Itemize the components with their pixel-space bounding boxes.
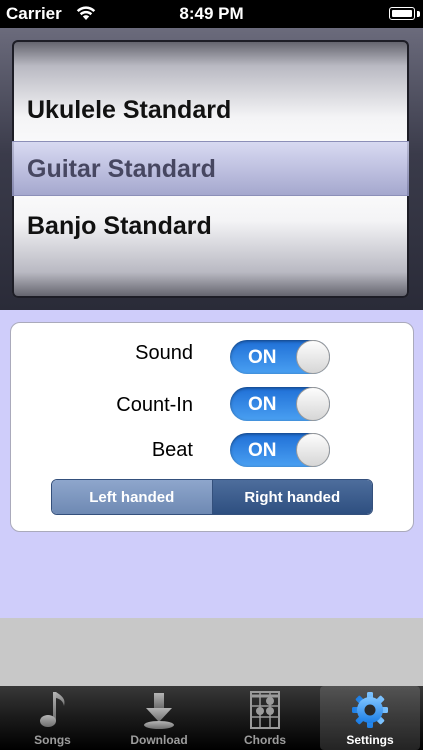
count-in-toggle[interactable]: ON bbox=[230, 387, 330, 421]
beat-label: Beat bbox=[151, 439, 193, 461]
sound-toggle[interactable]: ON bbox=[230, 340, 330, 374]
picker-row-guitar[interactable]: Guitar Standard bbox=[27, 155, 216, 184]
toggle-knob[interactable] bbox=[296, 433, 330, 467]
tab-settings-label: Settings bbox=[346, 733, 394, 747]
clock: 8:49 PM bbox=[179, 4, 244, 23]
tab-download[interactable]: Download bbox=[108, 686, 210, 750]
tab-chords[interactable]: Chords bbox=[215, 686, 315, 750]
count-in-toggle-state: ON bbox=[248, 394, 277, 415]
content-bottom-band bbox=[0, 618, 423, 686]
gear-icon bbox=[352, 692, 388, 728]
tab-songs-label: Songs bbox=[34, 733, 71, 747]
beat-toggle[interactable]: ON bbox=[230, 433, 330, 467]
picker-row-ukulele[interactable]: Ukulele Standard bbox=[27, 96, 231, 125]
tab-download-label: Download bbox=[130, 733, 188, 747]
chord-grid-icon bbox=[250, 691, 280, 729]
toggle-knob[interactable] bbox=[296, 387, 330, 421]
status-bar: Carrier 8:49 PM bbox=[0, 0, 423, 28]
left-handed-segment[interactable]: Left handed bbox=[52, 480, 213, 514]
right-handed-segment[interactable]: Right handed bbox=[212, 480, 372, 514]
tab-songs[interactable]: Songs bbox=[4, 686, 101, 750]
beat-toggle-state: ON bbox=[248, 440, 277, 461]
picker-row-banjo[interactable]: Banjo Standard bbox=[27, 212, 212, 241]
picker-selection-bar[interactable]: Guitar Standard bbox=[12, 141, 409, 196]
settings-card: Sound ON Count-In ON Beat ON Left handed… bbox=[10, 322, 414, 532]
tab-settings[interactable]: Settings bbox=[320, 686, 420, 750]
sound-label: Sound bbox=[135, 342, 193, 364]
tab-bar: Songs Download Chords Settings bbox=[0, 686, 423, 750]
download-icon bbox=[144, 693, 174, 729]
sound-toggle-state: ON bbox=[248, 347, 277, 368]
toggle-knob[interactable] bbox=[296, 340, 330, 374]
battery-icon bbox=[389, 7, 415, 20]
count-in-label: Count-In bbox=[116, 394, 193, 416]
tab-chords-label: Chords bbox=[244, 733, 286, 747]
tuning-picker[interactable]: Ukulele Standard Guitar Standard Banjo S… bbox=[12, 40, 409, 298]
handedness-segmented-control: Left handed Right handed bbox=[51, 479, 373, 515]
battery-tip bbox=[417, 11, 420, 17]
music-note-icon bbox=[39, 692, 65, 727]
